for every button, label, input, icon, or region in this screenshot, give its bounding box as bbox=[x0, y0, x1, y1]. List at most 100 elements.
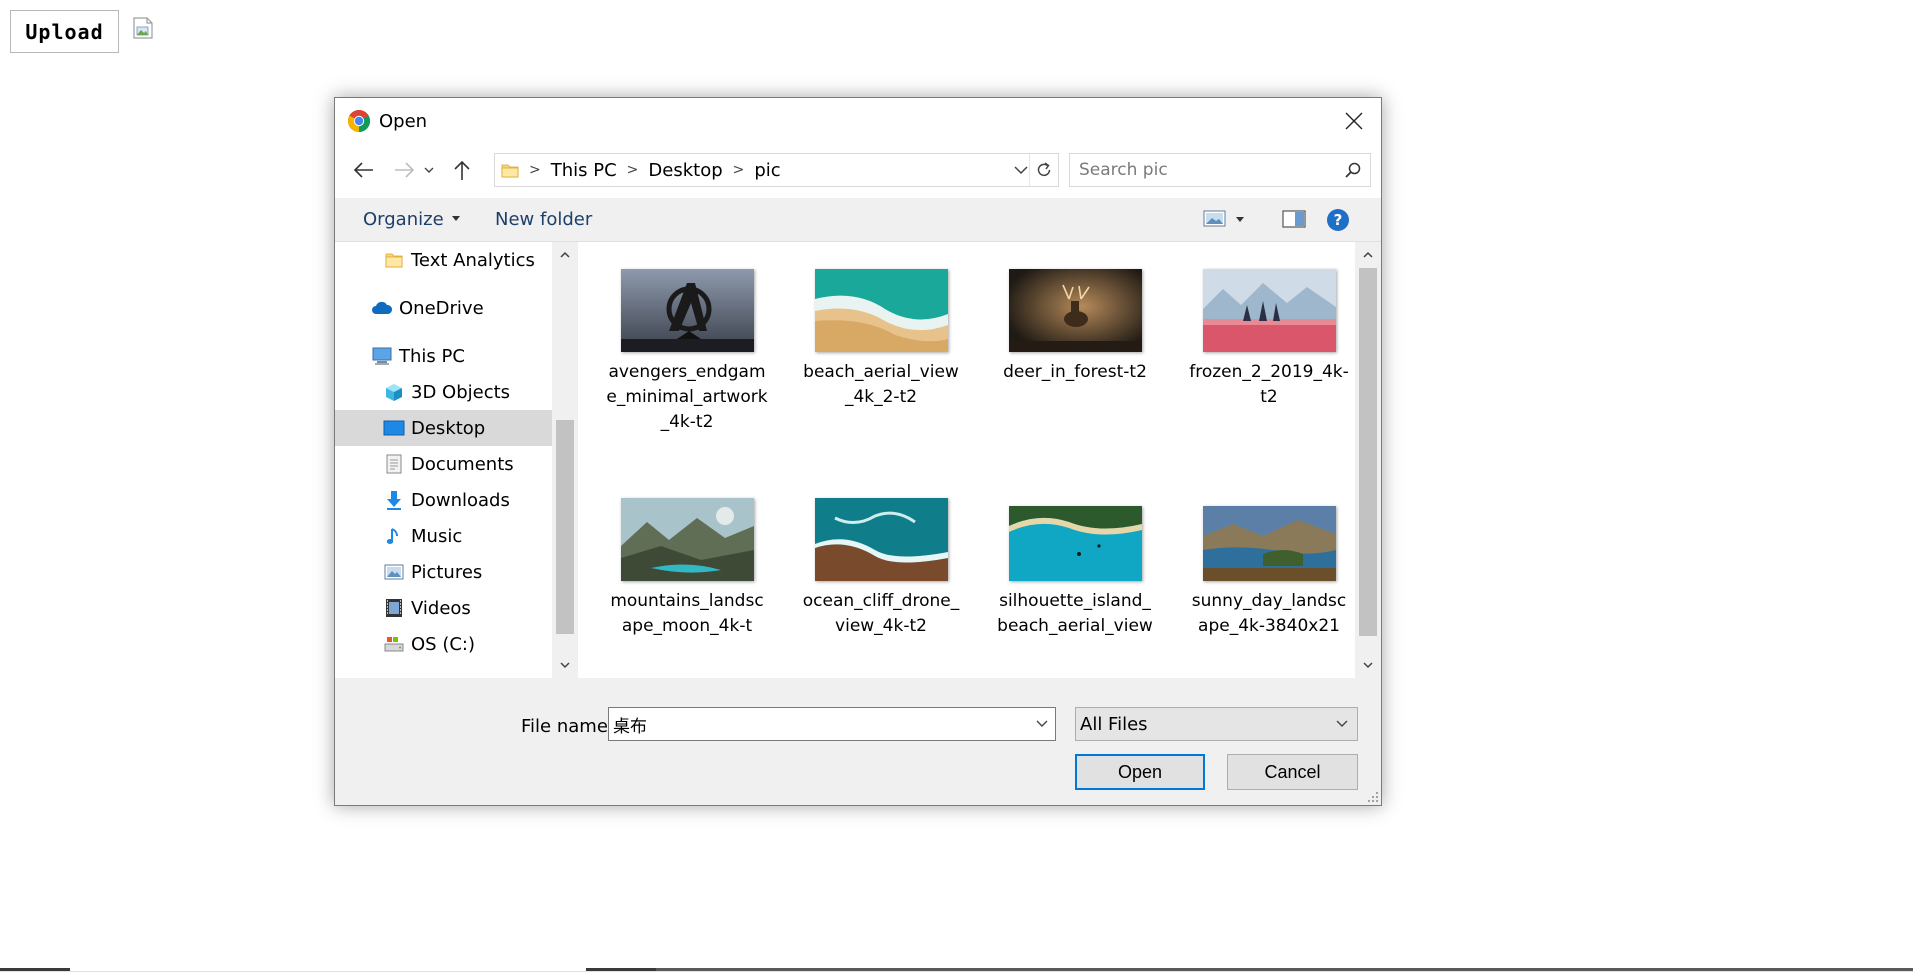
nav-item-text-analytics[interactable]: Text Analytics bbox=[335, 242, 552, 278]
pictures-icon bbox=[383, 561, 405, 583]
file-name-input[interactable] bbox=[609, 713, 1015, 735]
open-file-dialog: Open > This PC > Desktop > pic Search pi… bbox=[334, 97, 1382, 806]
search-icon bbox=[1345, 162, 1361, 178]
scroll-up-button[interactable] bbox=[1355, 242, 1381, 268]
refresh-icon bbox=[1037, 162, 1051, 177]
chevron-down-icon bbox=[560, 662, 570, 669]
page-bottom-edge bbox=[0, 968, 1913, 975]
chevron-down-icon[interactable] bbox=[1012, 161, 1030, 179]
navigation-pane-scrollbar[interactable] bbox=[552, 242, 578, 678]
nav-item-documents[interactable]: Documents bbox=[335, 446, 552, 482]
breadcrumb-pic[interactable]: pic bbox=[754, 160, 780, 181]
dialog-titlebar: Open bbox=[335, 98, 1381, 144]
nav-item-onedrive[interactable]: OneDrive bbox=[335, 290, 552, 326]
nav-item-label: Pictures bbox=[411, 561, 483, 583]
scroll-thumb[interactable] bbox=[1359, 268, 1377, 636]
nav-item-os-c[interactable]: OS (C:) bbox=[335, 626, 552, 662]
preview-pane-icon[interactable] bbox=[1282, 209, 1306, 229]
chevron-down-icon bbox=[1336, 720, 1348, 727]
nav-item-this-pc[interactable]: This PC bbox=[335, 338, 552, 374]
open-button[interactable]: Open bbox=[1075, 754, 1205, 790]
navigation-pane: Text Analytics OneDrive This PC 3D Objec… bbox=[335, 242, 552, 678]
up-button[interactable] bbox=[447, 155, 477, 185]
scroll-up-button[interactable] bbox=[552, 242, 578, 268]
nav-item-label: OS (C:) bbox=[411, 633, 475, 655]
nav-item-label: Text Analytics bbox=[411, 249, 535, 271]
nav-item-pictures[interactable]: Pictures bbox=[335, 554, 552, 590]
help-icon[interactable]: ? bbox=[1326, 208, 1350, 232]
resize-grip-icon[interactable] bbox=[1367, 791, 1379, 803]
nav-item-music[interactable]: Music bbox=[335, 518, 552, 554]
forward-button[interactable] bbox=[389, 155, 419, 185]
nav-item-label: Desktop bbox=[411, 417, 486, 439]
file-item[interactable]: sunny_day_landscape_4k-3840x21 bbox=[1182, 471, 1355, 639]
nav-item-label: Documents bbox=[411, 453, 514, 475]
refresh-button[interactable] bbox=[1029, 154, 1058, 186]
command-bar: Organize New folder ? bbox=[335, 198, 1381, 242]
file-type-value: All Files bbox=[1080, 713, 1148, 735]
nav-item-label: Music bbox=[411, 525, 463, 547]
file-item[interactable]: ocean_cliff_drone_view_4k-t2 bbox=[794, 471, 968, 639]
search-box[interactable] bbox=[1069, 153, 1371, 187]
thumbnail-frozen bbox=[1202, 269, 1336, 352]
file-name: deer_in_forest-t2 bbox=[1003, 362, 1147, 382]
nav-item-label: Videos bbox=[411, 597, 471, 619]
cube-icon bbox=[383, 381, 405, 403]
file-item[interactable]: mountains_landscape_moon_4k-t bbox=[600, 471, 774, 639]
breadcrumb-separator: > bbox=[626, 162, 639, 178]
folder-icon bbox=[383, 249, 405, 271]
navigation-bar: > This PC > Desktop > pic bbox=[335, 144, 1381, 198]
arrow-left-icon bbox=[353, 162, 373, 178]
download-icon bbox=[383, 489, 405, 511]
nav-item-desktop[interactable]: Desktop bbox=[335, 410, 552, 446]
breadcrumb-desktop[interactable]: Desktop bbox=[648, 160, 722, 181]
recent-locations-button[interactable] bbox=[419, 155, 439, 185]
scroll-thumb[interactable] bbox=[556, 420, 574, 634]
scroll-down-button[interactable] bbox=[1355, 652, 1381, 678]
file-type-select[interactable]: All Files bbox=[1075, 707, 1358, 741]
upload-button[interactable]: Upload bbox=[10, 10, 119, 53]
cloud-icon bbox=[371, 297, 393, 319]
arrow-right-icon bbox=[395, 162, 415, 178]
thumbnail-ocean-cliff bbox=[814, 498, 948, 581]
organize-button[interactable]: Organize bbox=[363, 209, 460, 230]
breadcrumb-separator: > bbox=[529, 162, 541, 178]
arrow-up-icon bbox=[454, 160, 470, 180]
caret-down-icon[interactable] bbox=[1235, 216, 1245, 224]
change-view-icon[interactable] bbox=[1203, 209, 1227, 229]
thumbnail-sunny-day bbox=[1202, 506, 1336, 581]
back-button[interactable] bbox=[349, 155, 379, 185]
desktop-icon bbox=[383, 417, 405, 439]
nav-item-3d-objects[interactable]: 3D Objects bbox=[335, 374, 552, 410]
file-item[interactable]: beach_aerial_view_4k_2-t2 bbox=[794, 242, 968, 410]
broken-image-icon bbox=[133, 17, 153, 39]
nav-item-label: 3D Objects bbox=[411, 381, 511, 403]
nav-item-downloads[interactable]: Downloads bbox=[335, 482, 552, 518]
file-item[interactable]: avengers_endgame_minimal_artwork_4k-t2 bbox=[600, 242, 774, 435]
nav-item-videos[interactable]: Videos bbox=[335, 590, 552, 626]
file-list-scrollbar[interactable] bbox=[1355, 242, 1381, 678]
caret-down-icon bbox=[451, 215, 460, 221]
file-name: silhouette_island_beach_aerial_view bbox=[997, 591, 1153, 636]
file-name-label: File name: bbox=[521, 716, 614, 737]
thumbnail-mountains bbox=[620, 498, 754, 581]
breadcrumb-this-pc[interactable]: This PC bbox=[551, 160, 617, 181]
nav-item-label: Downloads bbox=[411, 489, 510, 511]
file-list: avengers_endgame_minimal_artwork_4k-t2 b… bbox=[578, 242, 1355, 678]
close-button[interactable] bbox=[1335, 102, 1373, 140]
file-item[interactable]: silhouette_island_beach_aerial_view bbox=[988, 471, 1162, 639]
close-icon bbox=[1345, 112, 1363, 130]
new-folder-button[interactable]: New folder bbox=[495, 209, 592, 230]
file-name-combobox[interactable] bbox=[608, 707, 1056, 741]
chevron-down-icon[interactable] bbox=[1035, 716, 1049, 730]
thumbnail-island bbox=[1008, 506, 1142, 581]
file-item[interactable]: frozen_2_2019_4k-t2 bbox=[1182, 242, 1355, 410]
cancel-button[interactable]: Cancel bbox=[1227, 754, 1358, 790]
file-item[interactable]: deer_in_forest-t2 bbox=[988, 242, 1162, 385]
computer-icon bbox=[371, 345, 393, 367]
scroll-down-button[interactable] bbox=[552, 652, 578, 678]
address-bar[interactable]: > This PC > Desktop > pic bbox=[494, 153, 1059, 187]
drive-icon bbox=[383, 633, 405, 655]
search-input[interactable] bbox=[1070, 159, 1331, 181]
nav-item-label: OneDrive bbox=[399, 297, 484, 319]
